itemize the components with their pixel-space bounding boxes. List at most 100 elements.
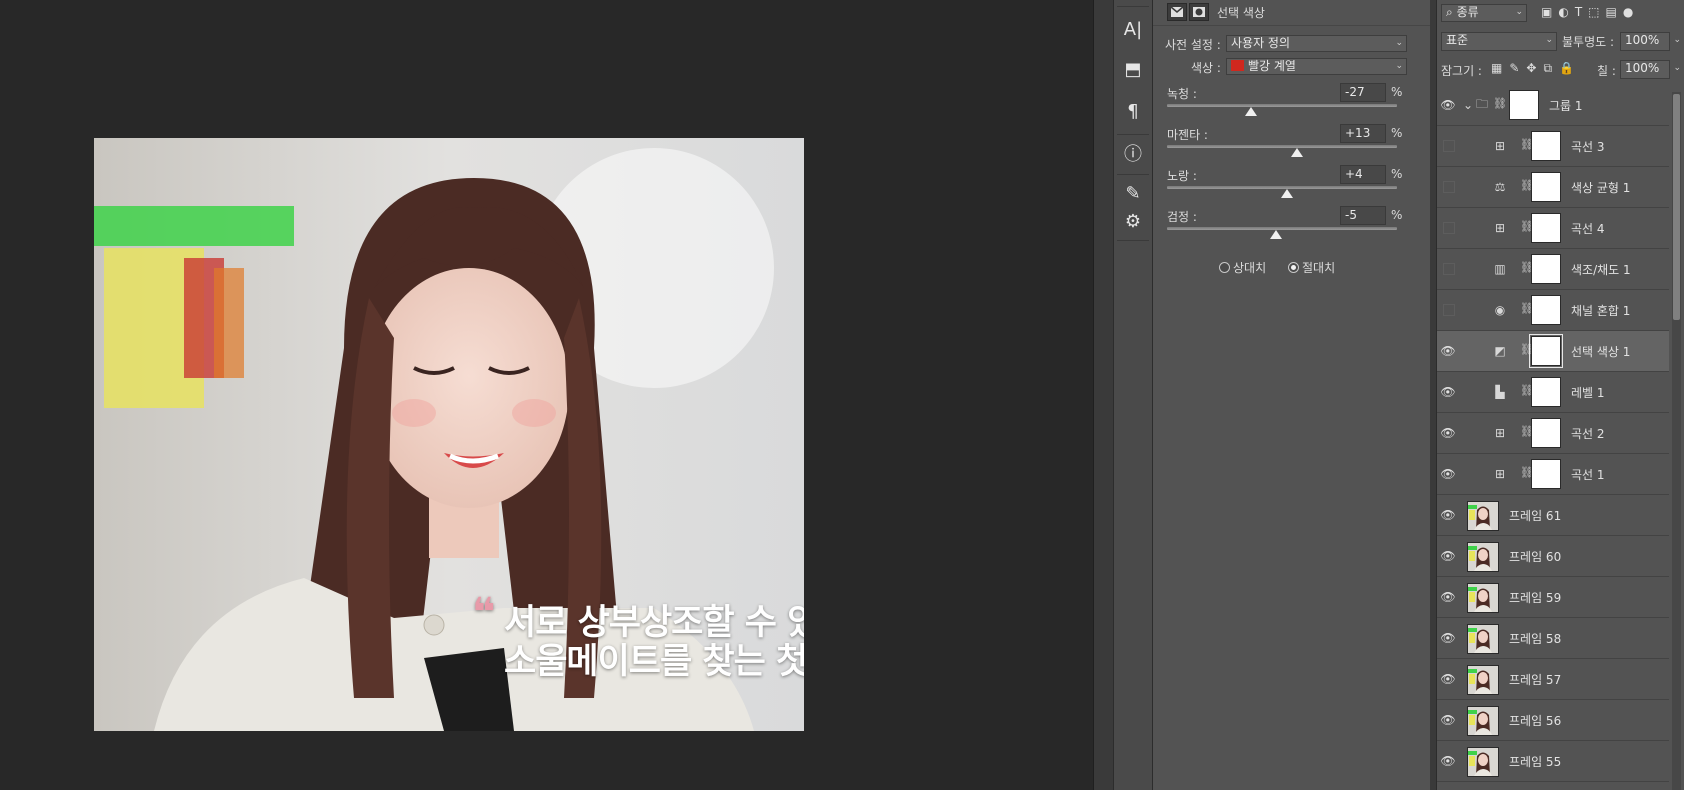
adjustment-tab-button[interactable] bbox=[1167, 3, 1187, 21]
lock-buttons[interactable]: ▦✎✥⧉🔒 bbox=[1491, 61, 1581, 76]
visibility-eye-icon[interactable]: 👁 bbox=[1440, 426, 1455, 440]
lock-position-icon[interactable]: ✥ bbox=[1526, 61, 1543, 75]
layer-name[interactable]: 프레임 60 bbox=[1509, 548, 1561, 565]
lock-transparent-icon[interactable]: ▦ bbox=[1491, 61, 1509, 75]
layer-row[interactable]: 👁 프레임 59 bbox=[1437, 577, 1669, 618]
cyan-value-field[interactable]: -27 bbox=[1340, 83, 1386, 102]
visibility-eye-icon[interactable]: 👁 bbox=[1440, 590, 1455, 604]
black-slider-thumb[interactable] bbox=[1270, 230, 1283, 239]
layer-mask-thumbnail[interactable] bbox=[1529, 334, 1563, 368]
layer-row[interactable]: ⊞ ⛓ 곡선 3 bbox=[1437, 126, 1669, 167]
visibility-eye-icon[interactable]: 👁 bbox=[1440, 344, 1455, 358]
layer-row[interactable]: 👁 프레임 57 bbox=[1437, 659, 1669, 700]
layer-name[interactable]: 프레임 55 bbox=[1509, 753, 1561, 770]
character-panel-button[interactable]: A| bbox=[1114, 12, 1152, 46]
layer-row[interactable]: 👁 ⌄ 🗀 ⛓ 그룹 1 bbox=[1437, 85, 1669, 126]
layer-row[interactable]: ⚖ ⛓ 색상 균형 1 bbox=[1437, 167, 1669, 208]
layer-name[interactable]: 곡선 4 bbox=[1571, 220, 1605, 237]
document-image[interactable]: ❝ 서로 상부상조할 수 있 소울메이트를 찾는 첫 bbox=[94, 138, 804, 731]
info-panel-button[interactable]: ⓘ bbox=[1114, 136, 1152, 170]
adjustment-filter-icon[interactable]: ◐ bbox=[1558, 5, 1574, 19]
layer-row[interactable]: 👁 ⊞ ⛓ 곡선 2 bbox=[1437, 413, 1669, 454]
layer-filter-dropdown[interactable]: ⌕ 종류 ⌄ bbox=[1441, 4, 1527, 22]
group-mask-thumbnail[interactable] bbox=[1509, 90, 1539, 120]
visibility-eye-icon[interactable]: 👁 bbox=[1440, 385, 1455, 399]
layer-thumbnail[interactable] bbox=[1467, 624, 1499, 654]
magenta-slider-track[interactable] bbox=[1167, 145, 1397, 148]
yellow-slider-thumb[interactable] bbox=[1280, 189, 1293, 198]
layer-name[interactable]: 프레임 56 bbox=[1509, 712, 1561, 729]
layer-name[interactable]: 곡선 3 bbox=[1571, 138, 1605, 155]
opacity-field[interactable]: 100% ⌄ bbox=[1620, 32, 1681, 51]
visibility-toggle-box[interactable] bbox=[1443, 181, 1455, 193]
blend-mode-dropdown[interactable]: 표준 ⌄ bbox=[1441, 32, 1557, 51]
layer-thumbnail[interactable] bbox=[1467, 583, 1499, 613]
layer-name[interactable]: 그룹 1 bbox=[1549, 97, 1583, 114]
layer-thumbnail[interactable] bbox=[1467, 747, 1499, 777]
visibility-eye-icon[interactable]: 👁 bbox=[1440, 713, 1455, 727]
document-canvas-area[interactable]: ❝ 서로 상부상조할 수 있 소울메이트를 찾는 첫 bbox=[0, 0, 1093, 790]
magenta-slider-thumb[interactable] bbox=[1290, 148, 1303, 157]
visibility-toggle-box[interactable] bbox=[1443, 304, 1455, 316]
smart-object-filter-icon[interactable]: ▤ bbox=[1606, 5, 1623, 19]
layer-name[interactable]: 프레임 59 bbox=[1509, 589, 1561, 606]
visibility-eye-icon[interactable]: 👁 bbox=[1440, 467, 1455, 481]
layer-mask-thumbnail[interactable] bbox=[1531, 131, 1561, 161]
layer-mask-thumbnail[interactable] bbox=[1531, 377, 1561, 407]
layer-name[interactable]: 색조/채도 1 bbox=[1571, 261, 1631, 278]
magenta-value-field[interactable]: +13 bbox=[1340, 124, 1386, 143]
layer-name[interactable]: 레벨 1 bbox=[1571, 384, 1605, 401]
layer-name[interactable]: 프레임 61 bbox=[1509, 507, 1561, 524]
pixel-filter-icon[interactable]: ▣ bbox=[1541, 5, 1558, 19]
mask-tab-button[interactable] bbox=[1189, 3, 1209, 21]
layer-thumbnail[interactable] bbox=[1467, 706, 1499, 736]
layer-name[interactable]: 프레임 58 bbox=[1509, 630, 1561, 647]
layer-mask-thumbnail[interactable] bbox=[1531, 254, 1561, 284]
visibility-toggle-box[interactable] bbox=[1443, 263, 1455, 275]
absolute-radio[interactable] bbox=[1288, 262, 1299, 273]
layer-row[interactable]: 👁 프레임 61 bbox=[1437, 495, 1669, 536]
layer-row[interactable]: 👁 프레임 60 bbox=[1437, 536, 1669, 577]
layer-mask-thumbnail[interactable] bbox=[1531, 459, 1561, 489]
visibility-eye-icon[interactable]: 👁 bbox=[1440, 508, 1455, 522]
visibility-toggle-box[interactable] bbox=[1443, 222, 1455, 234]
layer-name[interactable]: 선택 색상 1 bbox=[1571, 343, 1630, 360]
layer-row[interactable]: 👁 ⊞ ⛓ 곡선 1 bbox=[1437, 454, 1669, 495]
lock-all-icon[interactable]: 🔒 bbox=[1559, 61, 1581, 75]
layer-row[interactable]: ▥ ⛓ 색조/채도 1 bbox=[1437, 249, 1669, 290]
layer-row[interactable]: 👁 프레임 58 bbox=[1437, 618, 1669, 659]
filter-toggle-icon[interactable]: ● bbox=[1623, 5, 1639, 19]
lock-pixels-icon[interactable]: ✎ bbox=[1509, 61, 1526, 75]
layer-thumbnail[interactable] bbox=[1467, 501, 1499, 531]
layer-row[interactable]: 👁 ◩ ⛓ 선택 색상 1 bbox=[1437, 331, 1669, 372]
black-value-field[interactable]: -5 bbox=[1340, 206, 1386, 225]
layer-row[interactable]: 👁 프레임 55 bbox=[1437, 741, 1669, 782]
layers-scrollbar-thumb[interactable] bbox=[1673, 94, 1680, 320]
layer-filter-buttons[interactable]: ▣◐T⬚▤● bbox=[1541, 5, 1639, 19]
cyan-slider-track[interactable] bbox=[1167, 104, 1397, 107]
visibility-eye-icon[interactable]: 👁 bbox=[1440, 549, 1455, 563]
shape-filter-icon[interactable]: ⬚ bbox=[1588, 5, 1605, 19]
relative-radio[interactable] bbox=[1219, 262, 1230, 273]
adjustments-panel-button[interactable]: ⚙ bbox=[1114, 204, 1152, 238]
lock-artboard-icon[interactable]: ⧉ bbox=[1543, 61, 1559, 75]
glyphs-panel-button[interactable]: ⬒ bbox=[1114, 52, 1152, 86]
visibility-eye-icon[interactable]: 👁 bbox=[1440, 754, 1455, 768]
paragraph-panel-button[interactable]: ¶ bbox=[1114, 94, 1152, 128]
link-icon[interactable]: ⛓ bbox=[1493, 97, 1507, 110]
layer-mask-thumbnail[interactable] bbox=[1531, 213, 1561, 243]
visibility-eye-icon[interactable]: 👁 bbox=[1440, 98, 1455, 112]
layer-row[interactable]: ⊞ ⛓ 곡선 4 bbox=[1437, 208, 1669, 249]
layer-mask-thumbnail[interactable] bbox=[1531, 418, 1561, 448]
layer-row[interactable]: 👁 ▙ ⛓ 레벨 1 bbox=[1437, 372, 1669, 413]
type-filter-icon[interactable]: T bbox=[1575, 5, 1588, 19]
yellow-value-field[interactable]: +4 bbox=[1340, 165, 1386, 184]
layer-row[interactable]: 👁 프레임 56 bbox=[1437, 700, 1669, 741]
layer-name[interactable]: 곡선 1 bbox=[1571, 466, 1605, 483]
preset-dropdown[interactable]: 사용자 정의 ⌄ bbox=[1226, 35, 1407, 52]
visibility-toggle-box[interactable] bbox=[1443, 140, 1455, 152]
layer-name[interactable]: 색상 균형 1 bbox=[1571, 179, 1630, 196]
layer-thumbnail[interactable] bbox=[1467, 542, 1499, 572]
cyan-slider-thumb[interactable] bbox=[1244, 107, 1257, 116]
layer-name[interactable]: 프레임 57 bbox=[1509, 671, 1561, 688]
